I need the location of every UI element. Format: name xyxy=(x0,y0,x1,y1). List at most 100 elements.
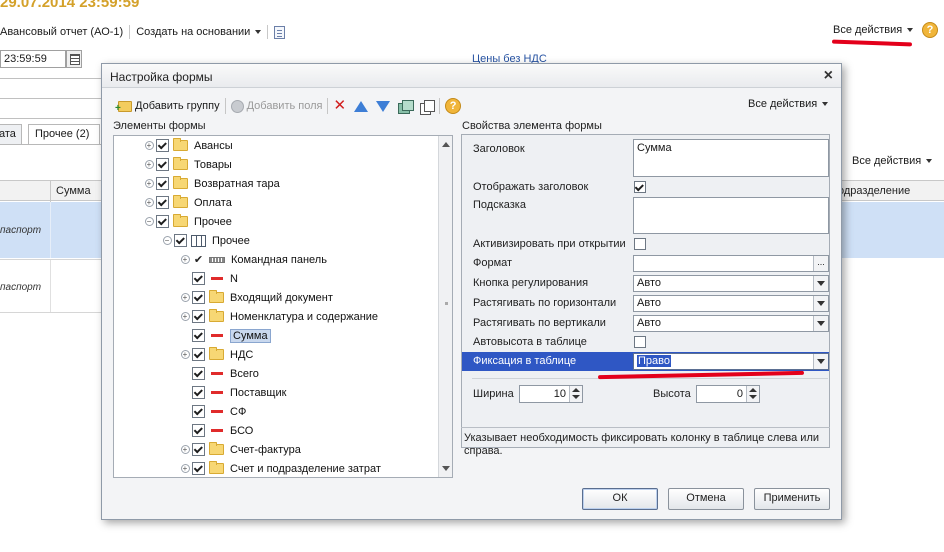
collapse-icon[interactable]: − xyxy=(144,217,154,226)
visibility-checkbox[interactable] xyxy=(192,424,205,437)
tree-item[interactable]: + Счет-фактура xyxy=(178,440,301,459)
expand-icon[interactable]: + xyxy=(144,141,154,150)
format-ellipsis-button[interactable]: ... xyxy=(813,256,828,271)
close-icon[interactable]: × xyxy=(824,67,833,85)
form-elements-tree[interactable]: + Авансы + Товары + Возвратная тара + Оплата − Пр… xyxy=(113,135,453,478)
visibility-checkbox[interactable] xyxy=(156,196,169,209)
apply-button[interactable]: Применить xyxy=(754,488,830,510)
tree-item[interactable]: + Счет и подразделение затрат xyxy=(178,459,381,477)
chevron-down-icon[interactable] xyxy=(813,316,828,331)
tree-item[interactable]: + Возвратная тара xyxy=(142,174,280,193)
tree-item[interactable]: N xyxy=(178,269,238,288)
copy-icon[interactable] xyxy=(420,99,436,115)
layers-icon[interactable] xyxy=(398,99,415,114)
delete-icon[interactable]: ✕ xyxy=(333,98,346,113)
ok-button[interactable]: ОК xyxy=(582,488,658,510)
format-input[interactable]: ... xyxy=(633,255,829,272)
visibility-checkbox[interactable] xyxy=(174,234,187,247)
tree-item[interactable]: + Входящий документ xyxy=(178,288,333,307)
table-row[interactable]: паспорт xyxy=(0,260,110,312)
add-fields-button[interactable]: Добавить поля xyxy=(230,99,322,113)
visibility-checkbox[interactable] xyxy=(156,215,169,228)
visibility-checkbox[interactable] xyxy=(156,158,169,171)
tab-data[interactable]: ата xyxy=(0,124,22,144)
show-header-checkbox[interactable] xyxy=(634,181,646,193)
adjust-button-select[interactable]: Авто xyxy=(633,275,829,292)
visibility-checkbox[interactable] xyxy=(192,272,205,285)
visible-mark-icon[interactable]: ✔ xyxy=(192,253,205,266)
visibility-checkbox[interactable] xyxy=(192,367,205,380)
report-ao1-button[interactable]: Авансовый отчет (АО-1) xyxy=(0,26,123,38)
dialog-all-actions-button[interactable]: Все действия xyxy=(748,98,829,110)
move-up-icon[interactable] xyxy=(354,100,369,112)
column-sum-header[interactable]: Сумма xyxy=(56,185,91,197)
empty-field[interactable] xyxy=(0,99,110,119)
column-subdivision-header[interactable]: одразделение xyxy=(838,185,910,197)
height-spinner[interactable]: 0 xyxy=(696,385,760,403)
tab-other[interactable]: Прочее (2) xyxy=(28,124,100,144)
visibility-checkbox[interactable] xyxy=(156,177,169,190)
activate-on-open-checkbox[interactable] xyxy=(634,238,646,250)
tree-item[interactable]: + Оплата xyxy=(142,193,232,212)
stretch-horizontal-select[interactable]: Авто xyxy=(633,295,829,312)
tree-item[interactable]: − Прочее xyxy=(142,212,232,231)
width-spinner[interactable]: 10 xyxy=(519,385,583,403)
visibility-checkbox[interactable] xyxy=(192,386,205,399)
fixing-in-table-select[interactable]: Право xyxy=(633,353,829,370)
visibility-checkbox[interactable] xyxy=(192,443,205,456)
chevron-down-icon[interactable] xyxy=(813,296,828,311)
tree-item[interactable]: Сумма xyxy=(178,326,271,345)
chevron-down-icon[interactable] xyxy=(813,276,828,291)
tree-item[interactable]: Поставщик xyxy=(178,383,286,402)
tree-item[interactable]: БСО xyxy=(178,421,253,440)
collapse-icon[interactable]: − xyxy=(162,236,172,245)
table-row[interactable]: паспорт xyxy=(0,202,110,258)
scroll-thumb[interactable] xyxy=(445,302,448,305)
visibility-checkbox[interactable] xyxy=(192,329,205,342)
create-based-on-button[interactable]: Создать на основании xyxy=(136,26,262,38)
visibility-checkbox[interactable] xyxy=(192,310,205,323)
calendar-icon[interactable] xyxy=(66,50,82,68)
tree-item[interactable]: СФ xyxy=(178,402,246,421)
spinner-arrows-icon[interactable] xyxy=(746,386,759,402)
expand-icon[interactable]: + xyxy=(144,198,154,207)
table-row-right[interactable] xyxy=(836,202,944,258)
tooltip-textarea[interactable] xyxy=(633,197,829,234)
document-list-icon[interactable] xyxy=(274,25,286,39)
expand-icon[interactable]: + xyxy=(144,179,154,188)
tree-scrollbar[interactable] xyxy=(438,136,452,477)
visibility-checkbox[interactable] xyxy=(192,291,205,304)
scroll-down-icon[interactable] xyxy=(442,466,450,471)
expand-icon[interactable]: + xyxy=(180,445,190,454)
add-group-button[interactable]: Добавить группу xyxy=(115,100,220,114)
move-down-icon[interactable] xyxy=(376,100,391,112)
scroll-up-icon[interactable] xyxy=(442,142,450,147)
spinner-arrows-icon[interactable] xyxy=(569,386,582,402)
tree-item[interactable]: − Прочее xyxy=(160,231,250,250)
visibility-checkbox[interactable] xyxy=(192,462,205,475)
cancel-button[interactable]: Отмена xyxy=(668,488,744,510)
visibility-checkbox[interactable] xyxy=(156,139,169,152)
expand-icon[interactable]: + xyxy=(180,464,190,473)
help-icon[interactable]: ? xyxy=(445,98,462,114)
help-icon[interactable]: ? xyxy=(922,22,938,38)
tree-item[interactable]: + Товары xyxy=(142,155,232,174)
prop-fixing-row[interactable]: Фиксация в таблице Право xyxy=(462,352,829,371)
tree-item[interactable]: + ✔ Командная панель xyxy=(178,250,327,269)
all-actions-menu-button[interactable]: Все действия xyxy=(833,24,914,36)
autoheight-checkbox[interactable] xyxy=(634,336,646,348)
tree-item[interactable]: Всего xyxy=(178,364,259,383)
expand-icon[interactable]: + xyxy=(180,293,190,302)
expand-icon[interactable]: + xyxy=(180,312,190,321)
date-time-input[interactable]: 23:59:59 xyxy=(0,50,66,68)
expand-icon[interactable]: + xyxy=(180,255,190,264)
header-textarea[interactable]: Сумма xyxy=(633,139,829,177)
expand-icon[interactable]: + xyxy=(180,350,190,359)
tree-item[interactable]: + НДС xyxy=(178,345,253,364)
visibility-checkbox[interactable] xyxy=(192,348,205,361)
tree-item[interactable]: + Номенклатура и содержание xyxy=(178,307,378,326)
visibility-checkbox[interactable] xyxy=(192,405,205,418)
stretch-vertical-select[interactable]: Авто xyxy=(633,315,829,332)
expand-icon[interactable]: + xyxy=(144,160,154,169)
grid-all-actions-button[interactable]: Все действия xyxy=(852,155,933,167)
